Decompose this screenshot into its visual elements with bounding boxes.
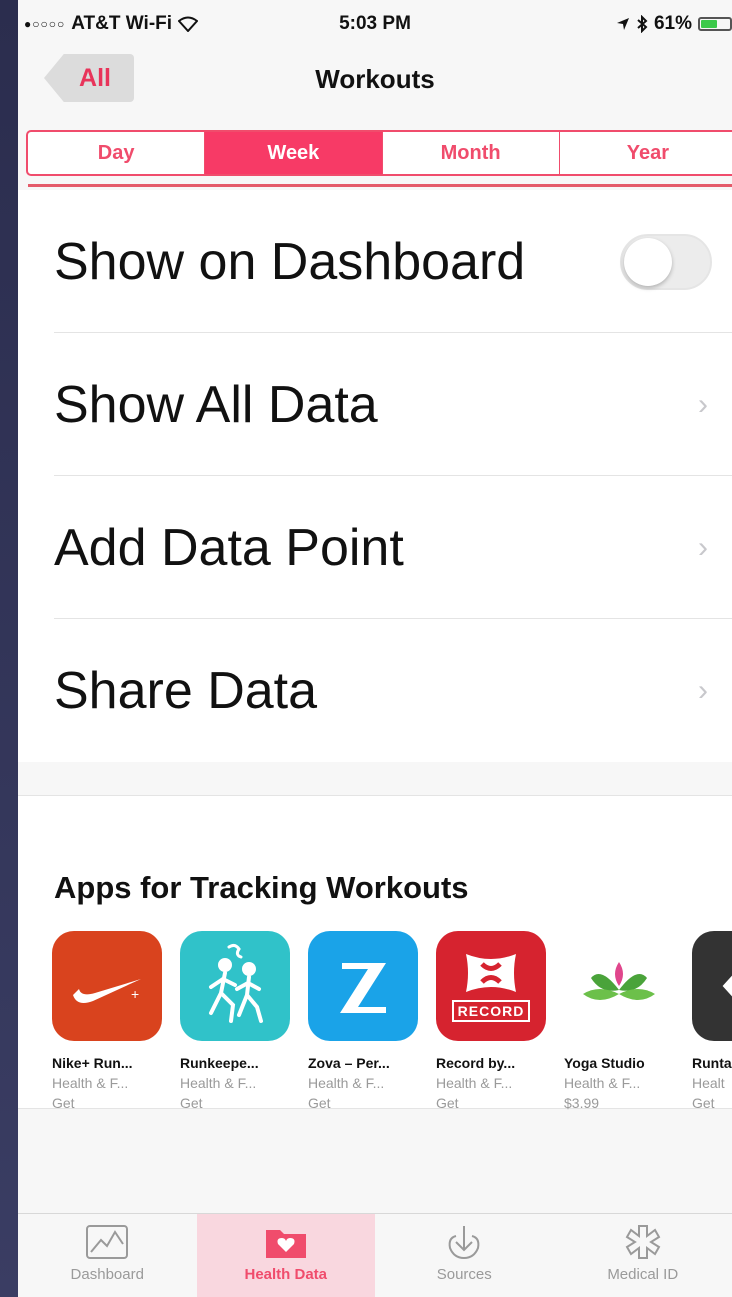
chevron-right-icon: ›	[698, 387, 708, 421]
zova-z-icon	[308, 931, 418, 1041]
app-nike-run[interactable]: + Nike+ Run... Health & F... Get	[52, 931, 162, 1111]
medical-star-icon	[625, 1225, 661, 1259]
tab-medical-id[interactable]: Medical ID	[554, 1214, 732, 1297]
toggle-knob	[624, 237, 672, 286]
runners-icon	[180, 931, 290, 1041]
app-category: Health & F...	[52, 1075, 129, 1091]
record-icon-text: RECORD	[451, 1000, 531, 1022]
status-right: 61%	[616, 13, 732, 35]
tab-health-data[interactable]: Health Data	[196, 1214, 375, 1297]
tab-label: Dashboard	[70, 1266, 144, 1283]
segment-day[interactable]: Day	[28, 132, 204, 174]
app-yoga-studio[interactable]: Yoga Studio Health & F... $3.99	[564, 931, 674, 1111]
download-arrow-icon	[448, 1226, 480, 1260]
app-category: Health & F...	[564, 1075, 641, 1091]
apps-section-title: Apps for Tracking Workouts	[54, 870, 469, 905]
show-all-data-row[interactable]: Show All Data ›	[18, 333, 732, 476]
bluetooth-icon	[637, 15, 648, 33]
segment-month[interactable]: Month	[381, 132, 559, 174]
status-bar: ●○○○○ AT&T Wi-Fi 5:03 PM 61%	[18, 0, 732, 46]
chevron-right-icon: ›	[698, 530, 708, 564]
app-name: Runkeepe...	[180, 1055, 259, 1071]
navigation-bar: All Workouts	[18, 46, 732, 116]
tab-label: Medical ID	[607, 1266, 679, 1283]
chart-edge-line	[28, 184, 732, 187]
chevron-right-icon: ›	[698, 673, 708, 707]
app-price: Get	[692, 1095, 715, 1111]
lotus-icon	[564, 931, 674, 1041]
app-price: Get	[52, 1095, 75, 1111]
add-data-point-label: Add Data Point	[54, 518, 404, 577]
show-all-data-label: Show All Data	[54, 375, 378, 434]
page-title: Workouts	[315, 64, 435, 94]
show-on-dashboard-label: Show on Dashboard	[54, 232, 526, 291]
app-price: Get	[180, 1095, 203, 1111]
show-on-dashboard-row: Show on Dashboard	[18, 190, 732, 333]
app-category: Health & F...	[436, 1075, 513, 1091]
show-on-dashboard-toggle[interactable]	[620, 233, 712, 290]
app-name: Nike+ Run...	[52, 1055, 133, 1071]
tab-sources[interactable]: Sources	[375, 1214, 554, 1297]
runtastic-icon	[692, 931, 732, 1041]
app-category: Health & F...	[308, 1075, 385, 1091]
tab-label: Sources	[436, 1266, 492, 1283]
svg-text:+: +	[131, 986, 139, 1002]
app-price: Get	[436, 1095, 459, 1111]
app-price: Get	[308, 1095, 331, 1111]
app-name: Record by...	[436, 1055, 516, 1071]
segment-year[interactable]: Year	[558, 132, 732, 174]
app-zova[interactable]: Zova – Per... Health & F... Get	[308, 931, 418, 1111]
share-data-row[interactable]: Share Data ›	[18, 619, 732, 762]
battery-percent: 61%	[653, 13, 692, 34]
nike-swoosh-icon: +	[52, 931, 162, 1041]
app-carousel[interactable]: + Nike+ Run... Health & F... Get Runkeep…	[52, 931, 732, 1111]
app-name: Yoga Studio	[564, 1055, 645, 1071]
phone-screen: ●○○○○ AT&T Wi-Fi 5:03 PM 61% All Workout…	[18, 0, 732, 1297]
app-runkeeper[interactable]: Runkeepe... Health & F... Get	[180, 931, 290, 1111]
time-range-segmented-control: Day Week Month Year	[26, 130, 732, 176]
heart-folder-icon	[265, 1230, 306, 1258]
app-runtastic[interactable]: Runta Healt Get	[692, 931, 732, 1111]
tab-dashboard[interactable]: Dashboard	[18, 1214, 197, 1297]
tab-bar: Dashboard Health Data Sources Medical ID	[18, 1213, 732, 1297]
location-arrow-icon	[616, 18, 629, 30]
add-data-point-row[interactable]: Add Data Point ›	[18, 476, 732, 619]
app-category: Health & F...	[180, 1075, 257, 1091]
tab-label: Health Data	[244, 1266, 328, 1283]
under-armour-record-icon: RECORD	[436, 931, 546, 1041]
share-data-label: Share Data	[54, 661, 318, 720]
app-record[interactable]: RECORD Record by... Health & F... Get	[436, 931, 546, 1111]
app-name: Zova – Per...	[308, 1055, 390, 1071]
app-name: Runta	[692, 1055, 732, 1071]
dashboard-chart-icon	[86, 1225, 129, 1259]
options-list: Show on Dashboard Show All Data › Add Da…	[18, 190, 732, 762]
apps-section: Apps for Tracking Workouts + Nike+ Run..…	[18, 795, 732, 1111]
app-category: Healt	[692, 1075, 725, 1091]
battery-icon	[698, 17, 732, 31]
app-price: $3.99	[564, 1095, 600, 1111]
segment-week[interactable]: Week	[204, 132, 382, 174]
